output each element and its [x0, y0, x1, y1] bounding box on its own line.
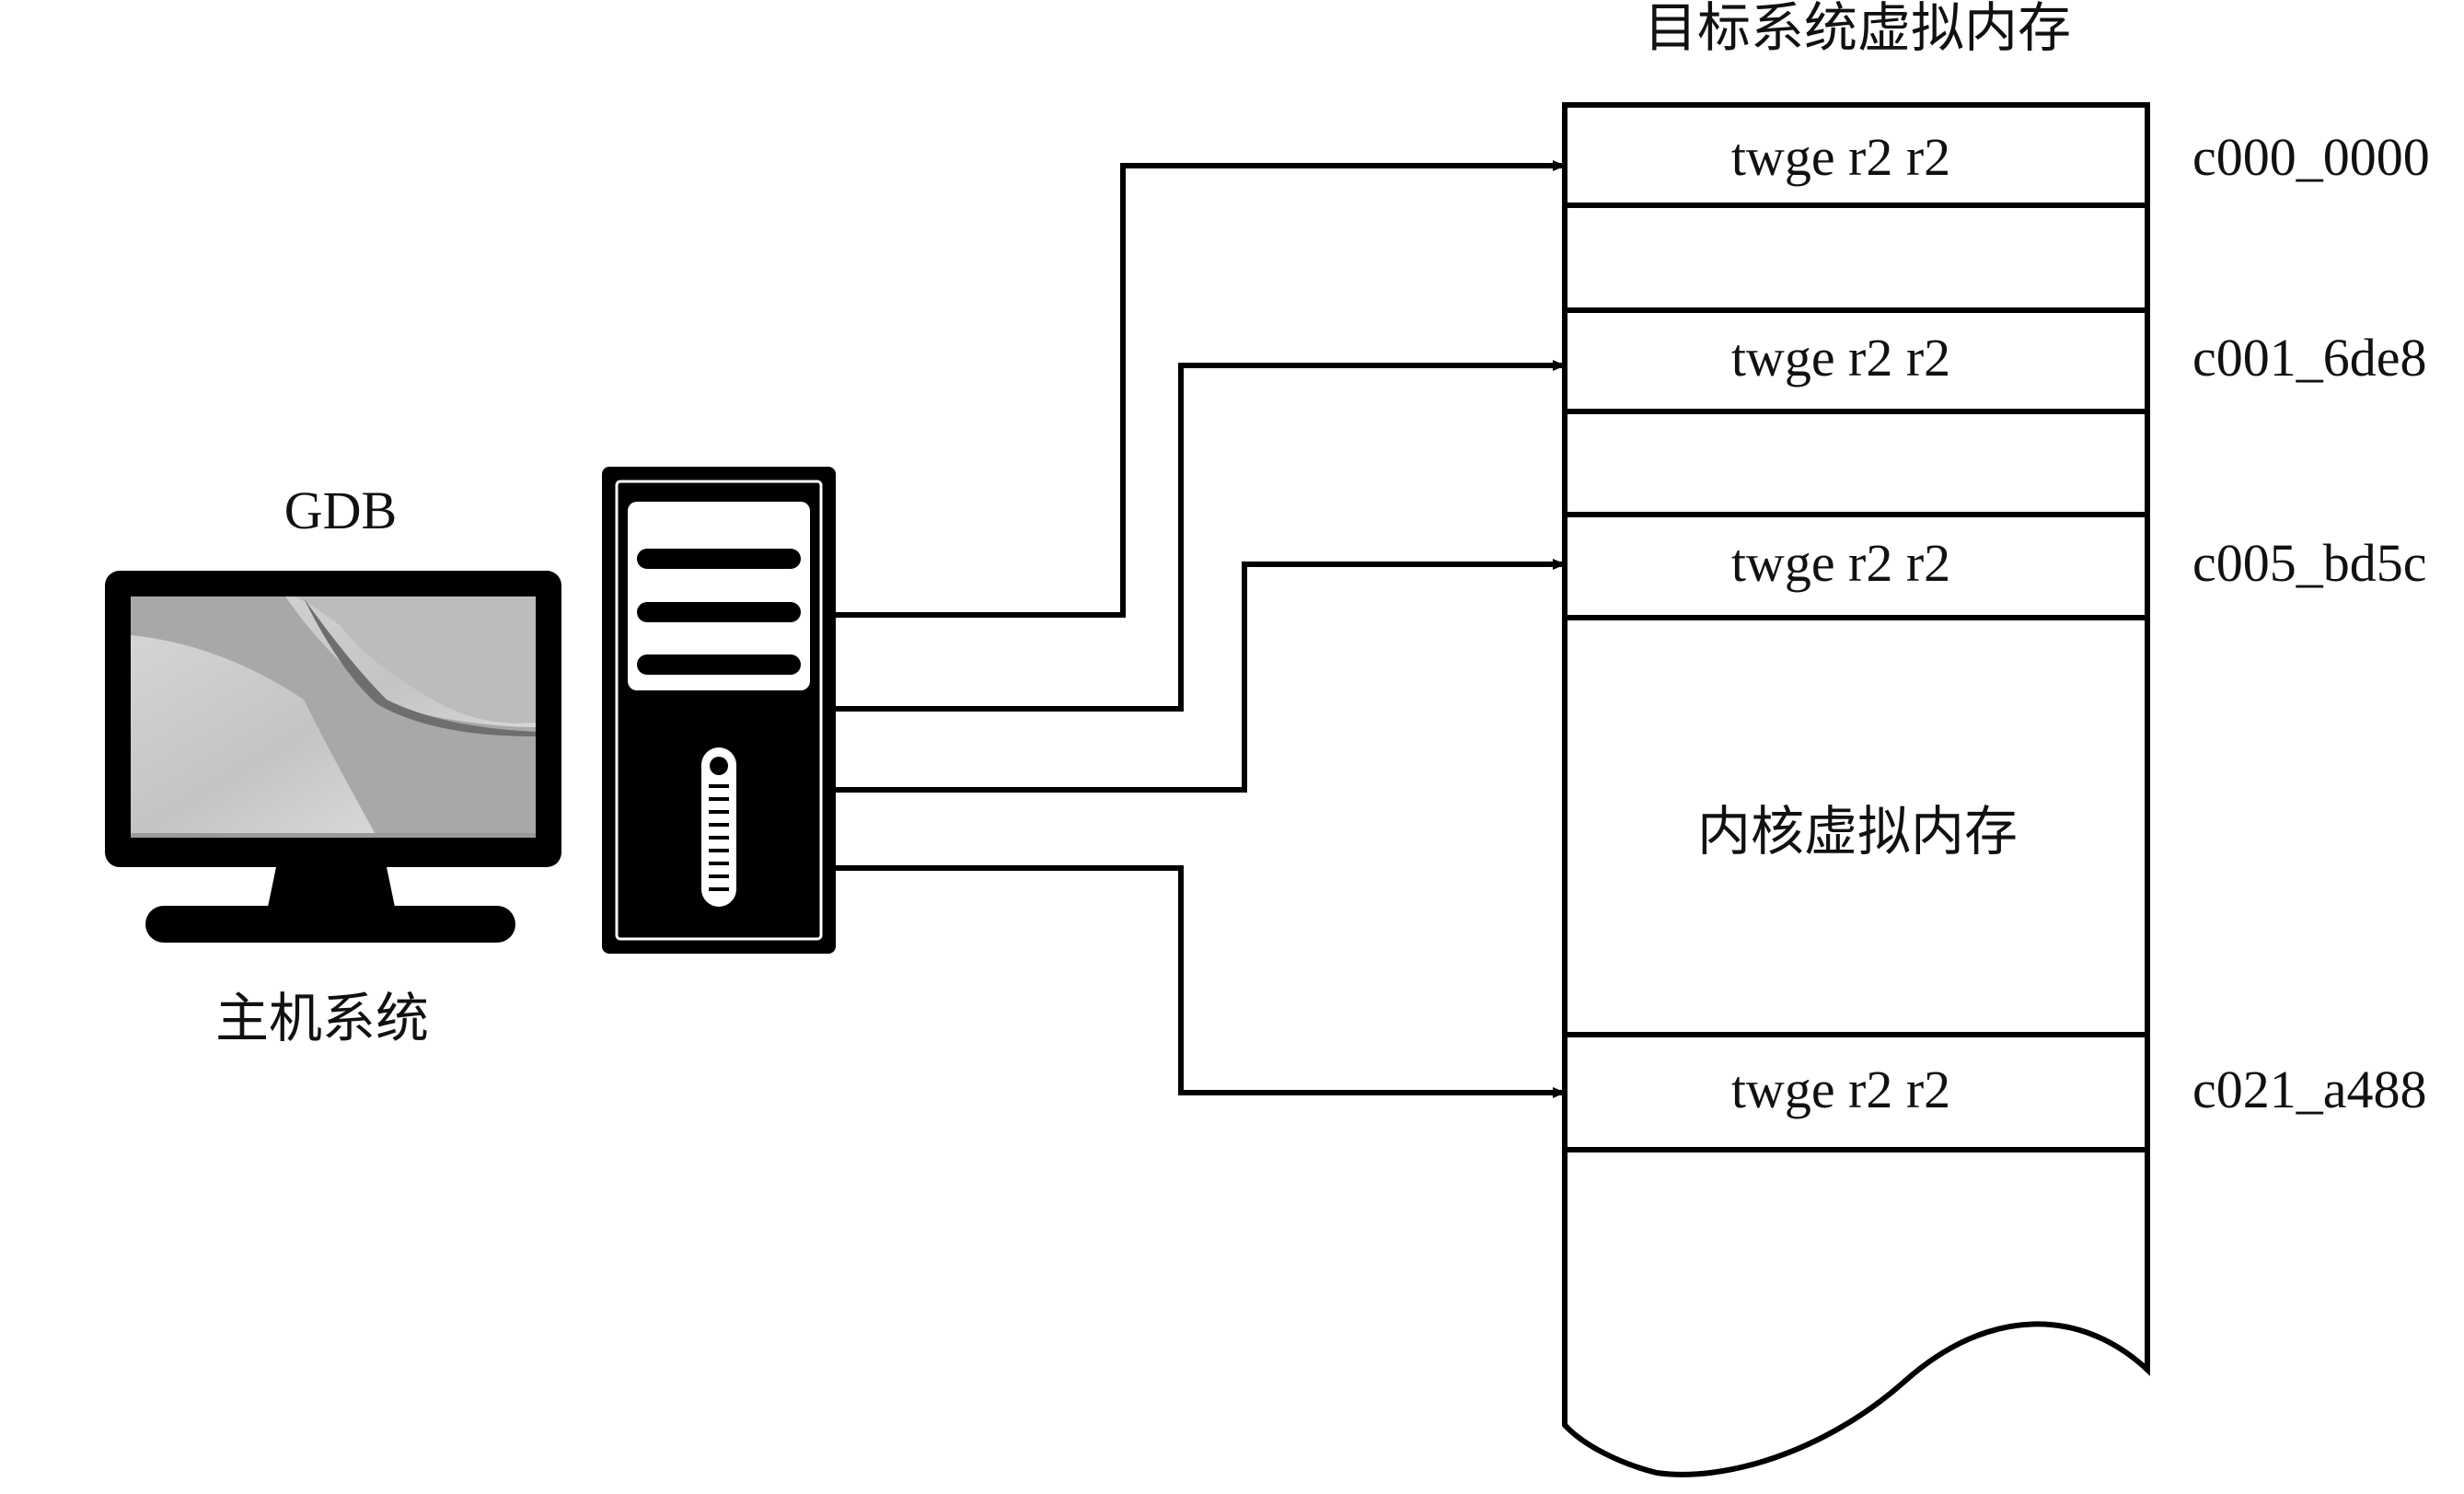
computer-tower-icon — [602, 467, 836, 954]
memory-cell-instruction: twge r2 r2 — [1731, 127, 1950, 187]
memory-column — [1562, 102, 2150, 1477]
memory-address: c001_6de8 — [2192, 328, 2427, 388]
kernel-region-label: 内核虚拟内存 — [1697, 800, 2018, 863]
memory-address: c021_a488 — [2192, 1060, 2427, 1119]
connector-arrow-3 — [836, 559, 1566, 793]
memory-title: 目标系统虚拟内存 — [1644, 0, 2071, 59]
connectors — [836, 160, 1566, 1098]
connector-arrow-4 — [836, 865, 1566, 1098]
memory-address: c000_0000 — [2192, 127, 2430, 187]
connector-arrow-1 — [836, 160, 1566, 618]
host-label: 主机系统 — [215, 987, 429, 1049]
gdb-label: GDB — [284, 481, 397, 540]
memory-cell-instruction: twge r2 r2 — [1731, 1060, 1950, 1119]
memory-address: c005_bd5c — [2192, 533, 2427, 593]
memory-cell-instruction: twge r2 r2 — [1731, 533, 1950, 593]
diagram: 目标系统虚拟内存 GDB 主机系统 twge r2 r2 twge r2 r2 … — [0, 0, 2464, 1494]
monitor-icon — [105, 571, 561, 943]
memory-cell-instruction: twge r2 r2 — [1731, 328, 1950, 388]
diagram-canvas: 目标系统虚拟内存 GDB 主机系统 twge r2 r2 twge r2 r2 … — [105, 0, 2430, 1477]
connector-arrow-2 — [836, 360, 1566, 712]
